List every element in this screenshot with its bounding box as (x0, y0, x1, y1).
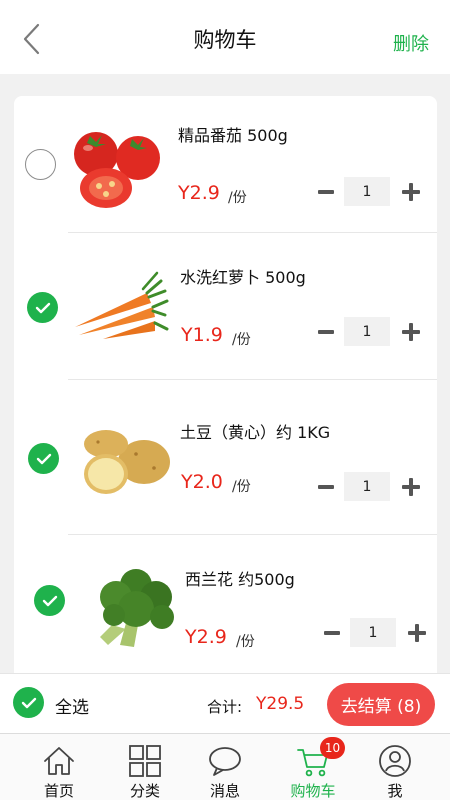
cart-list: 精品番茄 500g Y2.9 /份 1 水洗红萝卜 500g Y1.9 /份 1 (14, 96, 437, 696)
tab-label: 分类 (129, 782, 160, 800)
potato-image (84, 430, 170, 494)
quantity-field[interactable]: 1 (344, 177, 390, 206)
cart-item-tomato: 精品番茄 500g Y2.9 /份 1 (14, 96, 437, 233)
tab-label: 消息 (209, 782, 240, 800)
tab-messages[interactable]: 消息 (180, 734, 270, 800)
total-amount: Y29.5 (256, 694, 305, 714)
checkmark-icon (42, 595, 57, 606)
back-button[interactable] (18, 22, 44, 56)
tab-home[interactable]: 首页 (14, 734, 104, 800)
quantity-field[interactable]: 1 (344, 317, 390, 346)
item-price: Y2.0 (181, 471, 223, 493)
tab-label: 首页 (43, 782, 74, 800)
item-price: Y2.9 (185, 626, 227, 648)
item-unit: /份 (228, 190, 247, 206)
checkmark-icon (35, 302, 50, 313)
item-name[interactable]: 土豆（黄心）约 1KG (180, 419, 330, 443)
item-checkbox[interactable] (25, 149, 56, 180)
grid-icon (129, 745, 161, 777)
decrease-button[interactable] (318, 485, 334, 489)
home-icon (44, 747, 74, 775)
item-name[interactable]: 水洗红萝卜 500g (180, 264, 306, 288)
carrot-image (75, 271, 169, 339)
item-unit: /份 (232, 479, 251, 495)
checkout-button[interactable]: 去结算 (8) (327, 683, 435, 726)
checkmark-icon (21, 697, 36, 708)
select-all-label[interactable]: 全选 (55, 693, 89, 718)
tab-category[interactable]: 分类 (100, 734, 190, 800)
delete-button[interactable]: 删除 (393, 30, 429, 56)
page-title: 购物车 (193, 28, 257, 52)
chevron-left-icon (23, 23, 40, 55)
user-icon (379, 745, 411, 777)
item-name[interactable]: 西兰花 约500g (185, 566, 295, 590)
tab-label: 我 (387, 782, 403, 800)
item-price: Y1.9 (181, 324, 223, 346)
item-checkbox[interactable] (34, 585, 65, 616)
quantity-field[interactable]: 1 (344, 472, 390, 501)
broccoli-image (100, 569, 174, 647)
nav-header: 购物车 删除 (0, 0, 450, 74)
cart-item-potato: 土豆（黄心）约 1KG Y2.0 /份 1 (14, 380, 437, 535)
cart-badge: 10 (320, 737, 345, 759)
chat-bubble-icon (209, 747, 241, 776)
item-name[interactable]: 精品番茄 500g (178, 122, 288, 146)
checkmark-icon (36, 453, 51, 464)
cart-item-broccoli: 西兰花 约500g Y2.9 /份 1 (14, 535, 437, 696)
checkout-bar: 全选 合计: Y29.5 去结算 (8) (0, 673, 450, 733)
increase-button[interactable] (408, 624, 426, 642)
item-unit: /份 (236, 634, 255, 650)
item-price: Y2.9 (178, 182, 220, 204)
item-checkbox[interactable] (28, 443, 59, 474)
bottom-tab-bar: 首页 分类 消息 10 购物车 我 (0, 733, 450, 800)
total-label: 合计: (207, 698, 243, 716)
item-checkbox[interactable] (27, 292, 58, 323)
tab-me[interactable]: 我 (350, 734, 440, 800)
select-all-checkbox[interactable] (13, 687, 44, 718)
increase-button[interactable] (402, 478, 420, 496)
decrease-button[interactable] (318, 330, 334, 334)
tomato-image (74, 132, 160, 208)
cart-item-carrot: 水洗红萝卜 500g Y1.9 /份 1 (14, 233, 437, 380)
increase-button[interactable] (402, 183, 420, 201)
item-unit: /份 (232, 332, 251, 348)
tab-label: 购物车 (290, 782, 336, 800)
decrease-button[interactable] (318, 190, 334, 194)
increase-button[interactable] (402, 323, 420, 341)
quantity-field[interactable]: 1 (350, 618, 396, 647)
tab-cart[interactable]: 10 购物车 (268, 734, 358, 800)
decrease-button[interactable] (324, 631, 340, 635)
